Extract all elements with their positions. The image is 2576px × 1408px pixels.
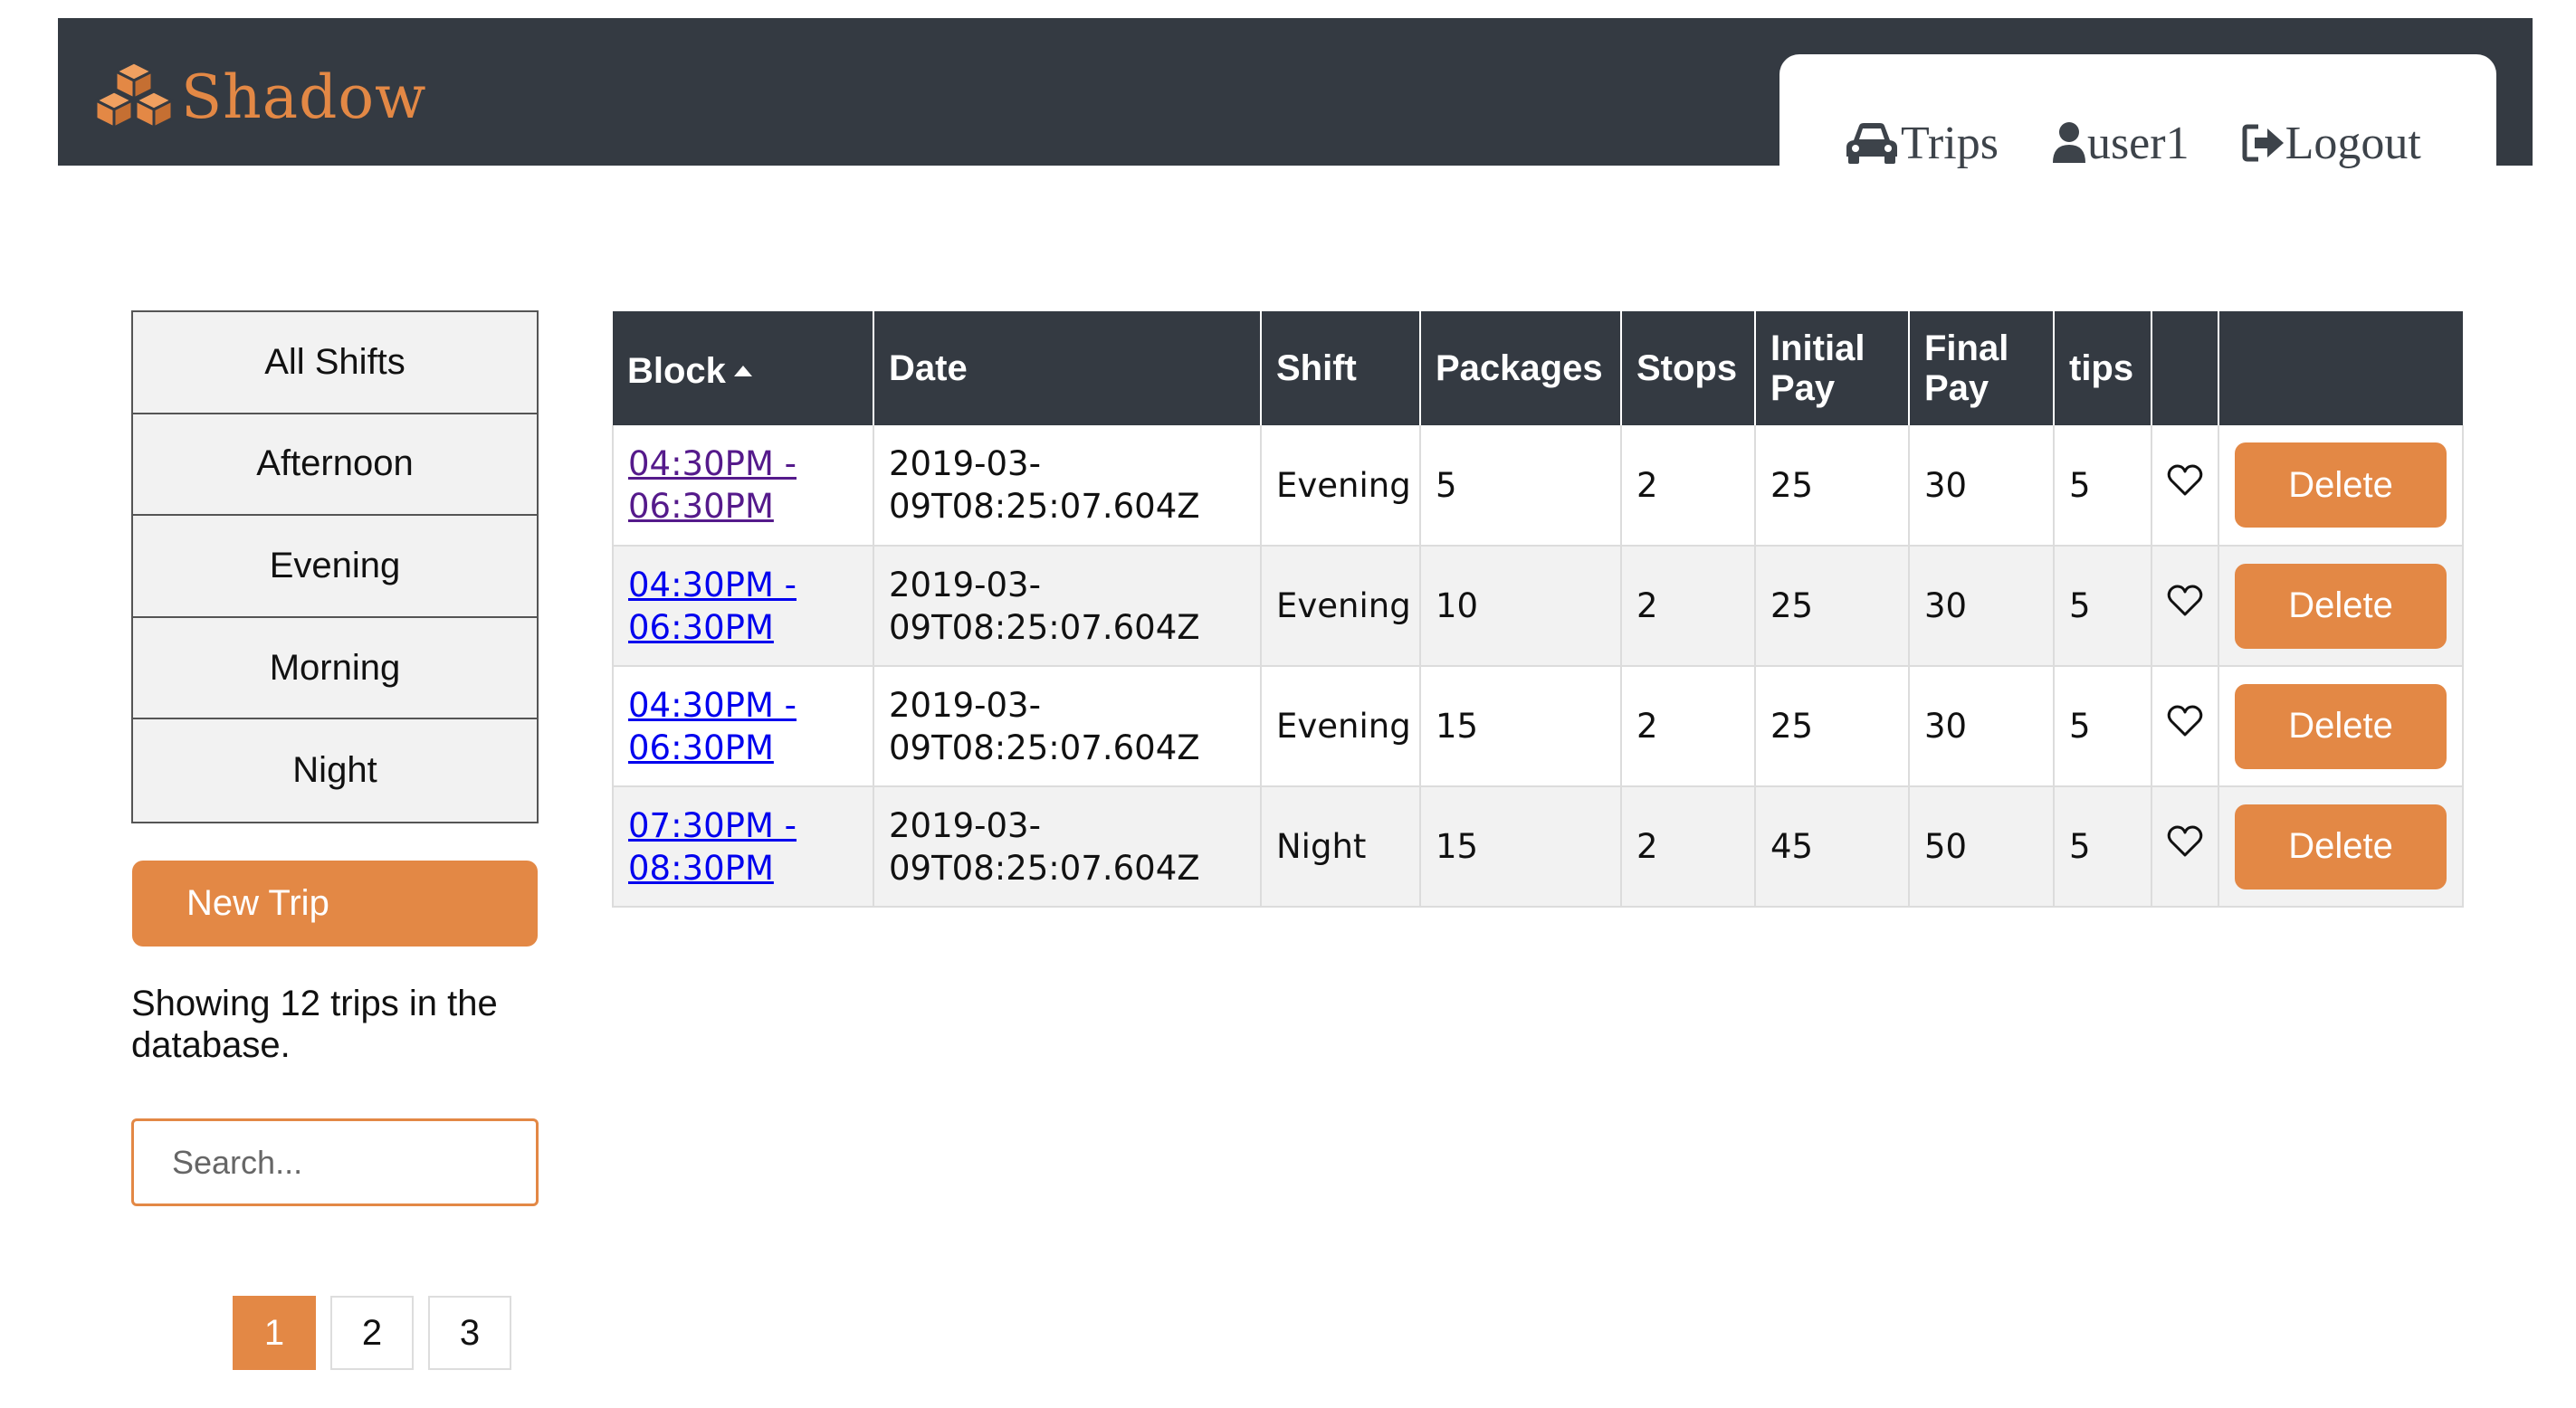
table-row: 07:30PM - 08:30PM 2019-03-09T08:25:07.60… xyxy=(612,786,2464,908)
trip-initial-pay: 25 xyxy=(1754,666,1909,787)
trip-packages: 15 xyxy=(1419,666,1621,787)
sort-ascending-icon xyxy=(733,346,753,385)
table-row: 04:30PM - 06:30PM 2019-03-09T08:25:07.60… xyxy=(612,666,2464,787)
trips-table: Block Date Shift Packages Stops Initial … xyxy=(612,311,2464,908)
column-header-block[interactable]: Block xyxy=(613,311,873,425)
trip-date: 2019-03-09T08:25:07.604Z xyxy=(873,786,1261,908)
column-header-date[interactable]: Date xyxy=(873,311,1261,425)
shift-filter-all[interactable]: All Shifts xyxy=(133,312,537,414)
trip-block-link[interactable]: 04:30PM - 06:30PM xyxy=(628,444,797,526)
trip-packages: 15 xyxy=(1419,786,1621,908)
shift-filter-list: All Shifts Afternoon Evening Morning Nig… xyxy=(131,310,539,823)
brand-name: Shadow xyxy=(181,62,427,132)
trip-block-link[interactable]: 04:30PM - 06:30PM xyxy=(628,566,797,647)
trip-tips: 5 xyxy=(2053,425,2151,547)
delete-button[interactable]: Delete xyxy=(2235,683,2447,769)
user-icon xyxy=(2051,121,2087,165)
trip-stops: 2 xyxy=(1620,425,1755,547)
page-button-3[interactable]: 3 xyxy=(428,1296,511,1370)
nav-user-link[interactable]: user1 xyxy=(2051,117,2190,170)
nav-links: Trips user1 Logout xyxy=(1843,107,2421,179)
column-header-initial-pay[interactable]: Initial Pay xyxy=(1754,311,1909,425)
trip-shift: Evening xyxy=(1260,425,1420,547)
trip-block-link[interactable]: 04:30PM - 06:30PM xyxy=(628,686,797,767)
table-row: 04:30PM - 06:30PM 2019-03-09T08:25:07.60… xyxy=(612,546,2464,667)
trip-final-pay: 30 xyxy=(1908,666,2054,787)
column-header-actions xyxy=(2218,311,2463,425)
trip-initial-pay: 25 xyxy=(1754,425,1909,547)
nav-logout-link[interactable]: Logout xyxy=(2242,117,2421,170)
nav-trips-label: Trips xyxy=(1901,117,1999,169)
trip-packages: 10 xyxy=(1419,546,1621,667)
trip-tips: 5 xyxy=(2053,546,2151,667)
nav-user-label: user1 xyxy=(2086,117,2190,169)
column-header-favorite xyxy=(2151,311,2218,425)
column-header-shift[interactable]: Shift xyxy=(1260,311,1420,425)
search-input[interactable] xyxy=(131,1118,539,1206)
shift-filter-evening[interactable]: Evening xyxy=(133,516,537,618)
trip-date: 2019-03-09T08:25:07.604Z xyxy=(873,666,1261,787)
trip-stops: 2 xyxy=(1620,666,1755,787)
brand[interactable]: Shadow xyxy=(92,56,427,138)
trip-shift: Night xyxy=(1260,786,1420,908)
trip-tips: 5 xyxy=(2053,786,2151,908)
heart-icon[interactable] xyxy=(2167,464,2203,505)
nav-trips-link[interactable]: Trips xyxy=(1843,117,1999,170)
trip-stops: 2 xyxy=(1620,546,1755,667)
shift-filter-morning[interactable]: Morning xyxy=(133,617,537,720)
trip-final-pay: 30 xyxy=(1908,425,2054,547)
heart-icon[interactable] xyxy=(2167,825,2203,866)
heart-icon[interactable] xyxy=(2167,585,2203,625)
table-header-row: Block Date Shift Packages Stops Initial … xyxy=(613,311,2463,425)
nav-logout-label: Logout xyxy=(2285,117,2421,169)
trip-count-text: Showing 12 trips in the database. xyxy=(131,984,498,1065)
delete-button[interactable]: Delete xyxy=(2235,442,2447,528)
trip-final-pay: 50 xyxy=(1908,786,2054,908)
column-header-stops[interactable]: Stops xyxy=(1620,311,1755,425)
page-button-2[interactable]: 2 xyxy=(330,1296,414,1370)
shift-filter-night[interactable]: Night xyxy=(133,719,537,822)
new-trip-button[interactable]: New Trip xyxy=(132,861,538,947)
trip-final-pay: 30 xyxy=(1908,546,2054,667)
trip-shift: Evening xyxy=(1260,666,1420,787)
trip-date: 2019-03-09T08:25:07.604Z xyxy=(873,425,1261,547)
trip-stops: 2 xyxy=(1620,786,1755,908)
pagination: 1 2 3 xyxy=(233,1296,511,1370)
heart-icon[interactable] xyxy=(2167,705,2203,746)
delete-button[interactable]: Delete xyxy=(2235,563,2447,649)
car-icon xyxy=(1843,120,1901,166)
boxes-logo-icon xyxy=(92,59,176,136)
trip-packages: 5 xyxy=(1419,425,1621,547)
page-button-1[interactable]: 1 xyxy=(233,1296,316,1370)
table-row: 04:30PM - 06:30PM 2019-03-09T08:25:07.60… xyxy=(612,425,2464,547)
trip-tips: 5 xyxy=(2053,666,2151,787)
trip-initial-pay: 45 xyxy=(1754,786,1909,908)
shift-filter-afternoon[interactable]: Afternoon xyxy=(133,414,537,517)
trip-date: 2019-03-09T08:25:07.604Z xyxy=(873,546,1261,667)
logout-icon xyxy=(2242,123,2285,163)
column-header-packages[interactable]: Packages xyxy=(1419,311,1621,425)
delete-button[interactable]: Delete xyxy=(2235,804,2447,890)
trip-block-link[interactable]: 07:30PM - 08:30PM xyxy=(628,806,797,888)
trip-initial-pay: 25 xyxy=(1754,546,1909,667)
trip-shift: Evening xyxy=(1260,546,1420,667)
column-header-tips[interactable]: tips xyxy=(2053,311,2151,425)
column-header-final-pay[interactable]: Final Pay xyxy=(1908,311,2054,425)
